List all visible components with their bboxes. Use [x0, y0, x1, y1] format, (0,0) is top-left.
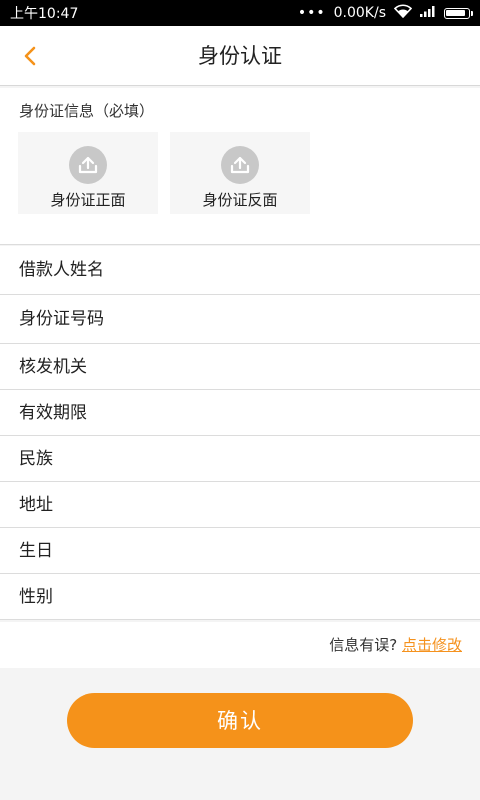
- field-gender[interactable]: 性别: [0, 574, 480, 620]
- field-validity-period[interactable]: 有效期限: [0, 390, 480, 436]
- status-time: 上午10:47: [10, 6, 79, 22]
- notification-dots: •••: [297, 5, 326, 21]
- edit-link[interactable]: 点击修改: [402, 636, 462, 654]
- battery-fill: [446, 9, 465, 16]
- battery-icon: [444, 7, 473, 19]
- hint-text: 信息有误?: [329, 636, 398, 654]
- upload-front-label: 身份证正面: [50, 191, 126, 209]
- wifi-icon: [393, 4, 413, 22]
- id-card-section: 身份证信息（必填） 身份证正面 身份证反面: [0, 88, 480, 245]
- field-issuing-authority[interactable]: 核发机关: [0, 344, 480, 390]
- field-id-number[interactable]: 身份证号码: [0, 295, 480, 344]
- upload-id-front-button[interactable]: 身份证正面: [18, 132, 158, 214]
- page-title: 身份认证: [198, 44, 282, 68]
- field-birthday[interactable]: 生日: [0, 528, 480, 574]
- field-address[interactable]: 地址: [0, 482, 480, 528]
- network-speed: 0.00K/s: [333, 5, 386, 21]
- status-indicators: ••• 0.00K/s: [297, 4, 473, 22]
- upload-icon: [69, 146, 107, 184]
- confirm-button[interactable]: 确认: [67, 693, 413, 748]
- upload-icon: [221, 146, 259, 184]
- chevron-left-icon: [24, 46, 36, 66]
- field-borrower-name[interactable]: 借款人姓名: [0, 246, 480, 295]
- back-button[interactable]: [14, 40, 46, 72]
- id-section-label: 身份证信息（必填）: [19, 102, 155, 120]
- signal-icon: [420, 5, 436, 21]
- upload-back-label: 身份证反面: [202, 191, 278, 209]
- title-bar: 身份认证: [0, 26, 480, 86]
- id-info-form: 借款人姓名 身份证号码 核发机关 有效期限 民族 地址 生日 性别: [0, 246, 480, 620]
- upload-id-back-button[interactable]: 身份证反面: [170, 132, 310, 214]
- status-bar: 上午10:47 ••• 0.00K/s: [0, 0, 480, 26]
- hint-bar: 信息有误? 点击修改: [0, 622, 480, 668]
- field-ethnicity[interactable]: 民族: [0, 436, 480, 482]
